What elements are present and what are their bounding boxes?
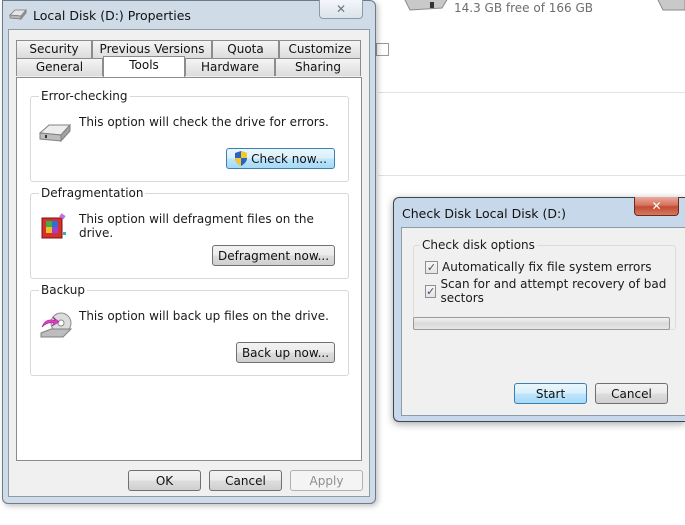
group-description: This option will back up files on the dr… [79,309,329,323]
button-label: Start [535,386,566,401]
tab-hardware[interactable]: Hardware [185,58,275,76]
check-now-button[interactable]: Check now... [226,148,335,169]
backup-icon [40,312,73,338]
scan-bad-sectors-checkbox[interactable]: ✓ [425,284,437,298]
tab-label: Hardware [201,60,259,74]
defragment-icon [41,213,66,239]
drive-icon [657,0,685,11]
tools-tab-panel: Error-checking This option will check th… [16,77,362,461]
start-button[interactable]: Start [514,383,587,404]
apply-button[interactable]: Apply [290,470,363,491]
group-label: Defragmentation [39,186,146,200]
defragment-now-button[interactable]: Defragment now... [212,245,335,266]
close-icon: ✕ [335,2,347,16]
tab-label: Tools [129,58,159,72]
tab-label: Sharing [294,60,342,74]
group-label: Backup [39,283,87,297]
dialog-title: Check Disk Local Disk (D:) [402,206,567,221]
background-checkbox[interactable] [376,43,389,56]
tab-label: General [35,60,84,74]
tab-label: Customize [288,42,352,56]
button-label: Back up now... [241,345,330,360]
auto-fix-option[interactable]: ✓ Automatically fix file system errors [425,260,652,274]
tab-customize[interactable]: Customize [279,40,361,58]
backup-group: Backup This option will back up files on… [30,283,349,376]
button-label: Cancel [611,386,652,401]
tab-label: Security [29,42,79,56]
title-bar: Local Disk (D:) Properties [9,7,191,23]
window-title: Local Disk (D:) Properties [33,7,191,23]
error-checking-group: Error-checking This option will check th… [30,89,349,182]
cancel-button[interactable]: Cancel [209,470,282,491]
group-label: Check disk options [420,238,537,252]
close-button[interactable]: ✕ [634,197,679,216]
drive-free-space: 14.3 GB free of 166 GB [454,1,593,15]
button-label: Check now... [251,151,327,166]
back-up-now-button[interactable]: Back up now... [236,342,335,363]
option-label: Automatically fix file system errors [442,260,652,274]
divider [378,175,685,176]
tab-tools[interactable]: Tools [103,56,185,77]
cancel-button[interactable]: Cancel [595,383,668,404]
close-icon: ✕ [651,199,662,213]
dialog-client: Security Previous Versions Quota Customi… [8,29,370,497]
divider [378,92,685,93]
drive-icon [9,9,27,21]
tab-label: Quota [227,42,264,56]
button-label: OK [155,473,174,488]
button-label: Defragment now... [217,248,330,263]
dialog-client: Check disk options ✓ Automatically fix f… [401,227,685,416]
group-description: This option will defragment files on the… [79,212,314,240]
checkmark-icon: ✓ [426,260,437,274]
button-label: Apply [309,473,344,488]
close-button[interactable]: ✕ [319,0,363,19]
defragmentation-group: Defragmentation This option will defragm… [30,186,349,279]
hard-drive-icon [39,123,71,143]
option-label: Scan for and attempt recovery of bad sec… [440,277,667,305]
tab-sharing[interactable]: Sharing [275,58,361,76]
button-label: Cancel [225,473,266,488]
ok-button[interactable]: OK [128,470,201,491]
progress-bar [413,317,670,330]
checkmark-icon: ✓ [426,284,436,298]
group-label: Error-checking [39,89,130,103]
uac-shield-icon [235,151,248,166]
tab-security[interactable]: Security [16,40,92,58]
check-disk-dialog: Check Disk Local Disk (D:) ✕ Check disk … [393,197,685,422]
tab-label: Previous Versions [99,42,205,56]
tab-quota[interactable]: Quota [212,40,279,58]
drive-icon [404,0,448,11]
auto-fix-checkbox[interactable]: ✓ [425,260,438,274]
tab-general[interactable]: General [16,58,103,76]
properties-window: Local Disk (D:) Properties ✕ Security Pr… [2,0,376,504]
group-description: This option will check the drive for err… [79,115,329,129]
scan-bad-sectors-option[interactable]: ✓ Scan for and attempt recovery of bad s… [425,277,675,305]
